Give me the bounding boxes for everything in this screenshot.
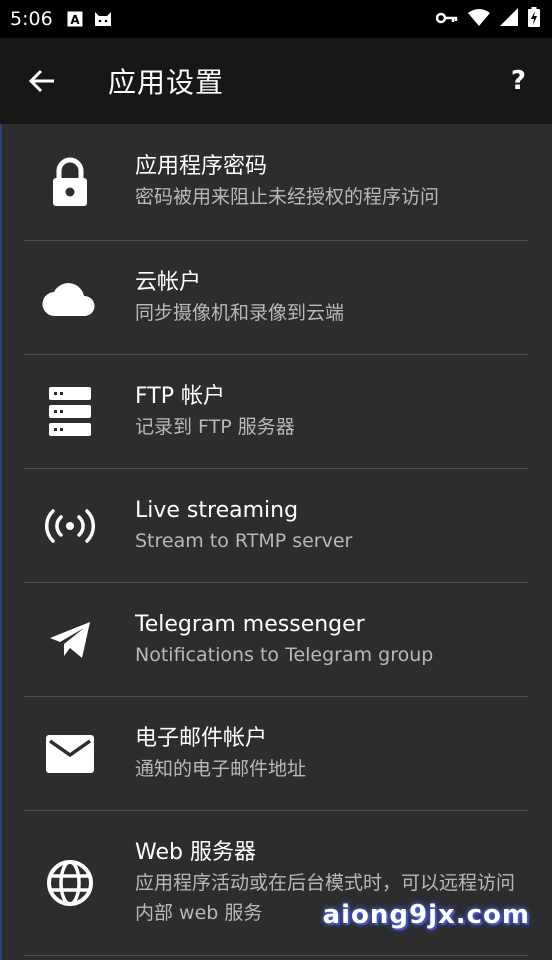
lock-icon — [40, 152, 100, 212]
page-title: 应用设置 — [108, 66, 225, 99]
item-title: 应用程序密码 — [135, 154, 268, 179]
arrow-left-icon — [29, 69, 54, 93]
list-item-app-password[interactable]: 应用程序密码 密码被用来阻止未经授权的程序访问 — [0, 124, 552, 240]
item-subtitle: 通知的电子邮件地址 — [135, 757, 307, 780]
help-button[interactable]: ? — [511, 66, 526, 96]
item-title: FTP 帐户 — [135, 383, 225, 409]
item-subtitle: Notifications to Telegram group — [135, 643, 434, 666]
divider — [24, 955, 528, 956]
item-title: 云帐户 — [135, 269, 202, 295]
status-time: 5:06 — [10, 8, 53, 30]
settings-list: 应用程序密码 密码被用来阻止未经授权的程序访问 云帐户 同步摄像机和录像到云端 … — [0, 124, 552, 956]
a-box-icon: A — [67, 11, 83, 27]
status-bar: 5:06 A — [0, 0, 552, 38]
svg-text:A: A — [70, 13, 80, 27]
send-icon — [40, 610, 100, 670]
item-subtitle: 记录到 FTP 服务器 — [135, 415, 295, 438]
item-title: Telegram messenger — [135, 611, 365, 637]
item-subtitle: Stream to RTMP server — [135, 529, 353, 552]
item-subtitle: 同步摄像机和录像到云端 — [135, 301, 345, 324]
list-item-ftp-account[interactable]: FTP 帐户 记录到 FTP 服务器 — [0, 355, 552, 468]
list-item-email-account[interactable]: 电子邮件帐户 通知的电子邮件地址 — [0, 697, 552, 810]
server-icon — [40, 382, 100, 442]
cat-icon — [93, 10, 113, 28]
list-item-telegram[interactable]: Telegram messenger Notifications to Tele… — [0, 583, 552, 696]
signal-icon — [500, 8, 518, 30]
watermark: aiong9jx.com — [322, 900, 530, 930]
cloud-icon — [40, 268, 100, 328]
item-subtitle: 密码被用来阻止未经授权的程序访问 — [135, 186, 440, 208]
mail-icon — [40, 724, 100, 784]
key-icon — [435, 10, 458, 29]
list-item-cloud-account[interactable]: 云帐户 同步摄像机和录像到云端 — [0, 241, 552, 354]
item-title: Live streaming — [135, 497, 299, 523]
item-title: 电子邮件帐户 — [135, 725, 268, 751]
list-item-web-server[interactable]: Web 服务器 应用程序活动或在后台模式时，可以远程访问内部 web 服务 — [0, 811, 552, 955]
battery-charging-icon — [528, 7, 540, 31]
back-button[interactable] — [24, 63, 60, 99]
wifi-icon — [468, 8, 490, 30]
broadcast-icon — [40, 496, 100, 556]
list-item-live-streaming[interactable]: Live streaming Stream to RTMP server — [0, 469, 552, 582]
item-title: Web 服务器 — [135, 840, 256, 865]
globe-icon — [40, 853, 100, 913]
app-bar: 应用设置 ? — [0, 38, 552, 124]
